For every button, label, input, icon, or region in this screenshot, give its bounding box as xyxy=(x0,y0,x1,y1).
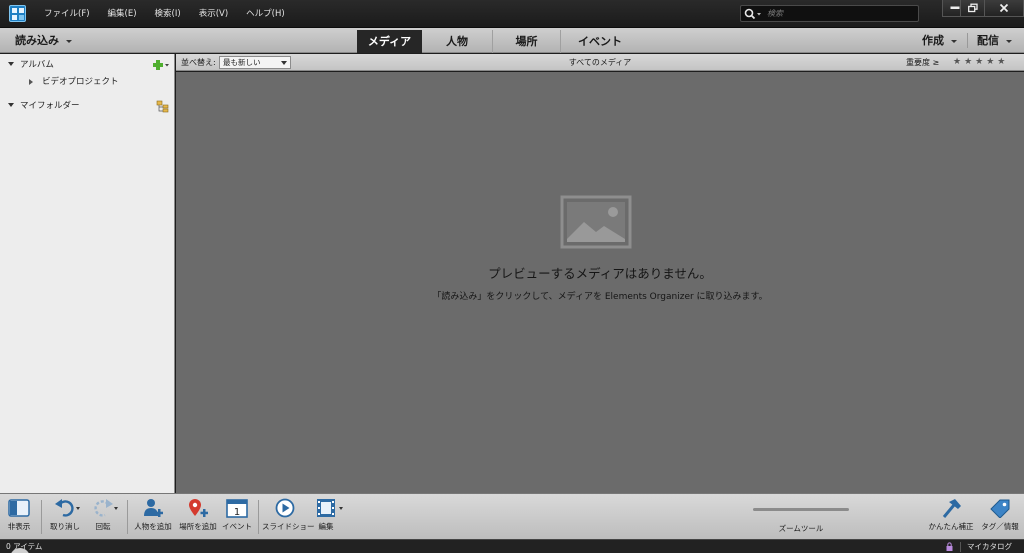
zoom-label: ズームツール xyxy=(778,524,824,533)
add-people-label: 人物を追加 xyxy=(134,522,172,531)
film-edit-icon xyxy=(317,499,335,517)
add-place-button[interactable]: 場所を追加 xyxy=(177,498,219,538)
menu-bar: ファイル(F) 編集(E) 検索(I) 表示(V) ヘルプ(H) xyxy=(44,0,303,28)
grid-toolbar: 並べ替え: 最も新しい すべてのメディア 重要度 ≥ ★★★★★ xyxy=(176,54,1024,71)
tab-places[interactable]: 場所 xyxy=(493,30,561,53)
hide-panel-button[interactable]: 非表示 xyxy=(4,498,34,538)
albums-label: アルバム xyxy=(20,60,54,70)
slideshow-label: スライドショー xyxy=(262,522,315,531)
rotate-icon xyxy=(94,499,113,517)
organizer-app-icon[interactable] xyxy=(9,5,26,22)
catalog-name[interactable]: マイカタログ xyxy=(967,540,1012,553)
folders-section-header[interactable]: マイフォルダー xyxy=(0,97,175,115)
svg-text:1: 1 xyxy=(234,507,240,518)
expand-triangle-icon xyxy=(29,78,33,85)
event-label: イベント xyxy=(222,522,252,531)
collapse-triangle-icon xyxy=(8,62,14,66)
menu-find[interactable]: 検索(I) xyxy=(155,0,181,28)
import-label: 読み込み xyxy=(15,34,59,47)
restore-icon xyxy=(967,3,978,13)
create-label: 作成 xyxy=(922,34,944,47)
sidebar-item-label: ビデオプロジェクト xyxy=(42,77,119,87)
chevron-down-icon xyxy=(66,39,72,43)
view-tabs: メディア 人物 場所 イベント xyxy=(357,30,639,53)
empty-state-title: プレビューするメディアはありません。 xyxy=(488,266,712,281)
elements-organizer-window: ファイル(F) 編集(E) 検索(I) 表示(V) ヘルプ(H) 検索 読み込み… xyxy=(0,0,1024,553)
close-button[interactable] xyxy=(984,0,1024,17)
restore-button[interactable] xyxy=(960,0,985,17)
chevron-down-icon[interactable] xyxy=(114,507,118,510)
chevron-down-icon xyxy=(951,39,957,43)
divider xyxy=(960,542,961,552)
add-place-pin-icon xyxy=(189,499,208,517)
undo-label: 取り消し xyxy=(50,522,80,531)
left-panel: アルバム ビデオプロジェクト マイフォルダー xyxy=(0,54,175,493)
collapse-triangle-icon xyxy=(8,103,14,107)
media-grid[interactable]: プレビューするメディアはありません。 「読み込み」をクリックして、メディアを E… xyxy=(176,72,1024,493)
instant-fix-label: かんたん補正 xyxy=(928,522,974,531)
hammer-fix-icon xyxy=(942,499,961,518)
folder-tree-icon[interactable] xyxy=(156,100,170,113)
hide-panel-label: 非表示 xyxy=(7,522,31,531)
rating-filter-label: 重要度 ≥ xyxy=(906,58,940,67)
undo-button[interactable]: 取り消し xyxy=(48,498,82,538)
chevron-down-icon[interactable] xyxy=(339,507,343,510)
menu-edit[interactable]: 編集(E) xyxy=(108,0,137,28)
tab-events[interactable]: イベント xyxy=(561,30,639,53)
instant-fix-button[interactable]: かんたん補正 xyxy=(928,498,974,538)
panel-toggle-icon xyxy=(8,499,30,517)
chevron-down-icon xyxy=(1006,39,1012,43)
add-album-icon[interactable] xyxy=(152,59,170,71)
menu-file[interactable]: ファイル(F) xyxy=(44,0,90,28)
tab-people[interactable]: 人物 xyxy=(422,30,493,53)
share-label: 配信 xyxy=(977,34,999,47)
rotate-button[interactable]: 回転 xyxy=(88,498,118,538)
event-button[interactable]: 1 イベント xyxy=(221,498,253,538)
divider xyxy=(967,33,968,48)
sidebar-item-video-project[interactable]: ビデオプロジェクト xyxy=(0,73,175,91)
rotate-label: 回転 xyxy=(95,522,111,531)
divider xyxy=(258,500,259,534)
divider xyxy=(127,500,128,534)
undo-icon xyxy=(55,499,74,517)
albums-section-header[interactable]: アルバム xyxy=(0,56,175,74)
add-person-icon xyxy=(144,499,163,517)
tags-info-button[interactable]: タグ／情報 xyxy=(977,498,1023,538)
add-place-label: 場所を追加 xyxy=(179,522,217,531)
empty-state-subtitle: 「読み込み」をクリックして、メディアを Elements Organizer に… xyxy=(432,292,768,302)
bottom-toolbar: 非表示 取り消し 回転 人物を追加 場所を追加 1 イベント スライドショー 編… xyxy=(0,493,1024,539)
add-people-button[interactable]: 人物を追加 xyxy=(133,498,173,538)
slideshow-button[interactable]: スライドショー xyxy=(262,498,315,538)
share-button[interactable]: 配信 xyxy=(977,28,1012,53)
edit-button[interactable]: 編集 xyxy=(311,498,341,538)
tags-info-label: タグ／情報 xyxy=(981,522,1019,531)
tag-icon xyxy=(990,499,1010,518)
grid-title: すべてのメディア xyxy=(568,58,632,67)
search-box xyxy=(740,5,919,22)
edit-label: 編集 xyxy=(318,522,334,531)
create-button[interactable]: 作成 xyxy=(922,28,957,53)
close-icon xyxy=(999,3,1009,13)
lock-icon xyxy=(946,542,953,551)
minimize-icon xyxy=(950,6,959,9)
tab-media[interactable]: メディア xyxy=(357,30,422,53)
menu-view[interactable]: 表示(V) xyxy=(199,0,228,28)
title-bar: ファイル(F) 編集(E) 検索(I) 表示(V) ヘルプ(H) xyxy=(0,0,1024,28)
search-icon[interactable] xyxy=(744,8,764,20)
status-bar: 0 アイテム マイカタログ xyxy=(0,539,1024,553)
search-input[interactable] xyxy=(767,7,915,20)
calendar-icon: 1 xyxy=(226,499,248,518)
import-button[interactable]: 読み込み xyxy=(15,28,72,53)
zoom-slider[interactable] xyxy=(753,508,849,511)
play-icon xyxy=(275,498,294,518)
chevron-down-icon[interactable] xyxy=(76,507,80,510)
menu-help[interactable]: ヘルプ(H) xyxy=(246,0,285,28)
rating-stars[interactable]: ★★★★★ xyxy=(953,54,1008,71)
image-placeholder-icon xyxy=(560,195,632,249)
folders-label: マイフォルダー xyxy=(20,101,80,111)
divider xyxy=(41,500,42,534)
tab-bar: 読み込み メディア 人物 場所 イベント 作成 配信 xyxy=(0,28,1024,53)
